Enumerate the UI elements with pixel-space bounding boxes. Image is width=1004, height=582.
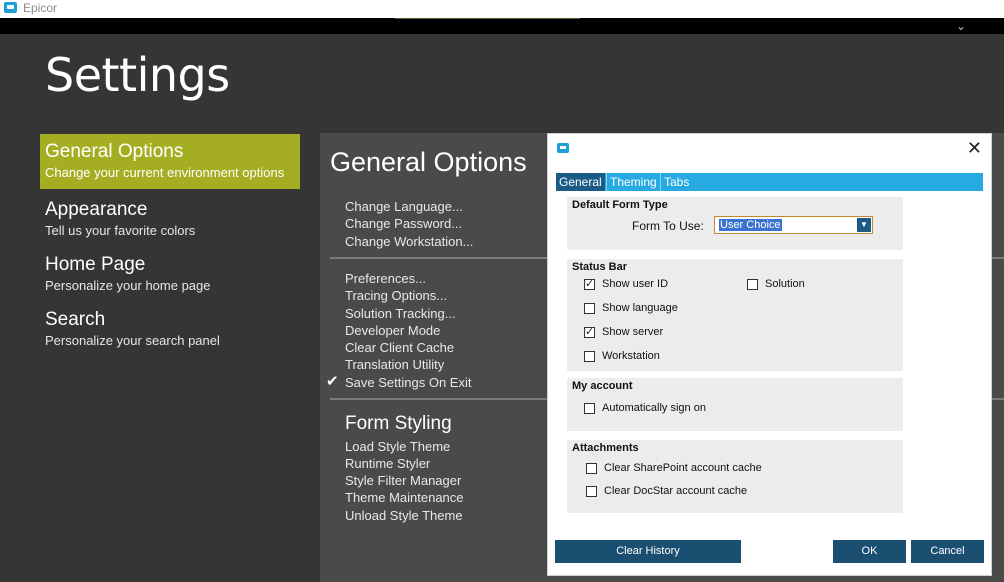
ok-button[interactable]: OK — [833, 540, 906, 563]
solution-checkbox[interactable] — [747, 279, 758, 290]
nav-title: Appearance — [45, 199, 148, 220]
developer-mode-link[interactable]: Developer Mode — [345, 323, 440, 338]
chevron-down-icon[interactable]: ⌄ — [956, 19, 966, 33]
runtime-styler-link[interactable]: Runtime Styler — [345, 456, 430, 471]
style-filter-manager-link[interactable]: Style Filter Manager — [345, 473, 461, 488]
group-title: My account — [572, 380, 633, 392]
theme-maintenance-link[interactable]: Theme Maintenance — [345, 490, 464, 505]
close-icon[interactable]: ✕ — [967, 138, 982, 159]
checkbox-label: Solution — [765, 278, 805, 290]
chevron-down-icon[interactable]: ▼ — [857, 218, 871, 232]
tab-theming[interactable]: Theming — [606, 173, 660, 191]
checkbox-label: Show server — [602, 326, 664, 338]
change-language-link[interactable]: Change Language... — [345, 199, 463, 214]
dialog-app-icon — [557, 143, 569, 153]
checkbox-label: Show user ID — [602, 278, 669, 290]
nav-subtitle: Personalize your search panel — [45, 333, 220, 348]
checkbox-label: Clear SharePoint account cache — [604, 462, 762, 474]
select-value: User Choice — [719, 219, 782, 231]
tracing-options-link[interactable]: Tracing Options... — [345, 288, 447, 303]
window-title: Epicor — [23, 1, 58, 15]
nav-subtitle: Change your current environment options — [45, 165, 285, 180]
clear-client-cache-link[interactable]: Clear Client Cache — [345, 340, 454, 355]
top-bar: ⌄ — [0, 18, 1004, 34]
show-language-checkbox[interactable] — [584, 303, 595, 314]
nav-home-page[interactable]: Home Page Personalize your home page — [40, 247, 300, 301]
nav-subtitle: Tell us your favorite colors — [45, 223, 196, 238]
clear-history-button[interactable]: Clear History — [555, 540, 741, 563]
nav-appearance[interactable]: Appearance Tell us your favorite colors — [40, 192, 300, 246]
nav-general-options[interactable]: General Options Change your current envi… — [40, 134, 300, 189]
form-to-use-select[interactable]: User Choice ▼ — [714, 216, 873, 234]
tab-general[interactable]: General — [556, 173, 605, 191]
panel-heading: General Options — [330, 147, 527, 177]
change-password-link[interactable]: Change Password... — [345, 216, 462, 231]
tab-tabs[interactable]: Tabs — [660, 173, 692, 191]
checkbox-label: Clear DocStar account cache — [604, 485, 748, 497]
preferences-dialog: ✕ General Theming Tabs Default Form Type… — [547, 133, 992, 576]
nav-title: General Options — [45, 141, 184, 162]
checkbox-label: Automatically sign on — [602, 402, 706, 414]
group-title: Default Form Type — [572, 199, 668, 211]
top-bar-accent — [395, 18, 580, 19]
clear-docstar-cache-checkbox[interactable] — [586, 486, 597, 497]
show-user-id-checkbox[interactable] — [584, 277, 595, 290]
clear-sharepoint-cache-checkbox[interactable] — [586, 463, 597, 474]
solution-tracking-link[interactable]: Solution Tracking... — [345, 306, 456, 321]
form-to-use-label: Form To Use: — [632, 219, 704, 233]
page-title: Settings — [45, 48, 230, 102]
my-account-group: My account Automatically sign on — [567, 378, 903, 431]
group-title: Status Bar — [572, 261, 628, 273]
attachments-group: Attachments Clear SharePoint account cac… — [567, 440, 903, 513]
save-settings-on-exit-link[interactable]: Save Settings On Exit — [345, 375, 471, 390]
nav-title: Search — [45, 309, 106, 330]
auto-sign-on-checkbox[interactable] — [584, 403, 595, 414]
workstation-checkbox[interactable] — [584, 351, 595, 362]
nav-search[interactable]: Search Personalize your search panel — [40, 302, 300, 356]
checkbox-label: Show language — [602, 302, 678, 314]
nav-subtitle: Personalize your home page — [45, 278, 211, 293]
status-bar-group: Status Bar Show user ID Show language Sh… — [567, 259, 903, 371]
group-title: Attachments — [572, 442, 639, 454]
unload-style-theme-link[interactable]: Unload Style Theme — [345, 508, 463, 523]
checkbox-label: Workstation — [602, 350, 660, 362]
window-title-bar: Epicor — [0, 0, 1004, 18]
cancel-button[interactable]: Cancel — [911, 540, 984, 563]
translation-utility-link[interactable]: Translation Utility — [345, 357, 444, 372]
epicor-app-icon — [4, 2, 17, 13]
load-style-theme-link[interactable]: Load Style Theme — [345, 439, 450, 454]
show-server-checkbox[interactable] — [584, 325, 595, 338]
nav-title: Home Page — [45, 254, 146, 275]
preferences-link[interactable]: Preferences... — [345, 271, 426, 286]
change-workstation-link[interactable]: Change Workstation... — [345, 234, 473, 249]
dialog-tab-strip: General Theming Tabs — [556, 173, 983, 191]
checkmark-icon: ✔ — [326, 373, 339, 390]
form-styling-heading: Form Styling — [345, 413, 452, 434]
